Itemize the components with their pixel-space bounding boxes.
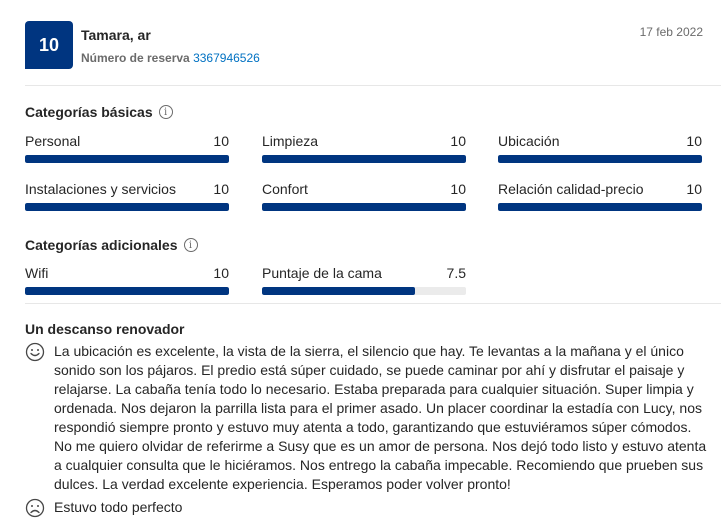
info-icon[interactable]: i: [183, 238, 198, 252]
category-wifi: Wifi 10: [25, 265, 229, 295]
reservation-number-link[interactable]: 3367946526: [193, 51, 260, 65]
category-bar-fill: [262, 155, 466, 163]
category-cama: Puntaje de la cama 7.5: [262, 265, 466, 295]
smiling-face-icon: [25, 342, 45, 362]
category-label: Puntaje de la cama: [262, 265, 382, 281]
category-value: 10: [450, 181, 466, 197]
category-bar-fill: [498, 155, 702, 163]
category-bar-fill: [262, 203, 466, 211]
basic-categories-title: Categorías básicas i: [25, 104, 173, 120]
reservation-label: Número de reserva: [81, 51, 190, 65]
category-label: Limpieza: [262, 133, 319, 149]
basic-categories-label: Categorías básicas: [25, 104, 153, 120]
category-bar-fill: [498, 203, 702, 211]
header-divider: [25, 85, 721, 86]
category-bar: [498, 203, 702, 211]
review-date: 17 feb 2022: [639, 25, 703, 39]
category-bar: [25, 155, 229, 163]
category-bar-fill: [25, 203, 229, 211]
category-label: Confort: [262, 181, 308, 197]
info-icon[interactable]: i: [158, 105, 173, 119]
additional-categories-label: Categorías adicionales: [25, 237, 178, 253]
categories-divider: [25, 303, 721, 304]
category-ubicacion: Ubicación 10: [498, 133, 702, 163]
category-limpieza: Limpieza 10: [262, 133, 466, 163]
category-value: 10: [213, 133, 229, 149]
category-calidad-precio: Relación calidad-precio 10: [498, 181, 702, 211]
category-label: Ubicación: [498, 133, 560, 149]
additional-categories-title: Categorías adicionales i: [25, 237, 198, 253]
category-instalaciones: Instalaciones y servicios 10: [25, 181, 229, 211]
category-confort: Confort 10: [262, 181, 466, 211]
positive-comment: La ubicación es excelente, la vista de l…: [25, 342, 713, 494]
category-label: Instalaciones y servicios: [25, 181, 176, 197]
category-bar: [25, 287, 229, 295]
category-bar-fill: [25, 287, 229, 295]
review-title: Un descanso renovador: [25, 321, 185, 337]
negative-text: Estuvo todo perfecto: [54, 499, 183, 515]
negative-comment: Estuvo todo perfecto: [25, 498, 713, 518]
category-value: 10: [213, 181, 229, 197]
review-score-badge: 10: [25, 21, 73, 69]
reviewer-name: Tamara, ar: [81, 27, 151, 43]
category-value: 10: [686, 133, 702, 149]
category-bar-fill: [262, 287, 415, 295]
category-bar: [25, 203, 229, 211]
category-personal: Personal 10: [25, 133, 229, 163]
category-bar: [262, 287, 466, 295]
category-bar: [262, 203, 466, 211]
positive-text: La ubicación es excelente, la vista de l…: [54, 343, 707, 492]
category-value: 7.5: [446, 265, 466, 281]
category-bar: [498, 155, 702, 163]
frowning-face-icon: [25, 498, 45, 518]
reservation-info: Número de reserva 3367946526: [81, 51, 260, 65]
category-label: Personal: [25, 133, 81, 149]
category-value: 10: [213, 265, 229, 281]
category-bar-fill: [25, 155, 229, 163]
category-label: Relación calidad-precio: [498, 181, 644, 197]
category-value: 10: [686, 181, 702, 197]
category-value: 10: [450, 133, 466, 149]
category-bar: [262, 155, 466, 163]
review-card: 10 Tamara, ar Número de reserva 33679465…: [0, 0, 721, 524]
category-label: Wifi: [25, 265, 49, 281]
